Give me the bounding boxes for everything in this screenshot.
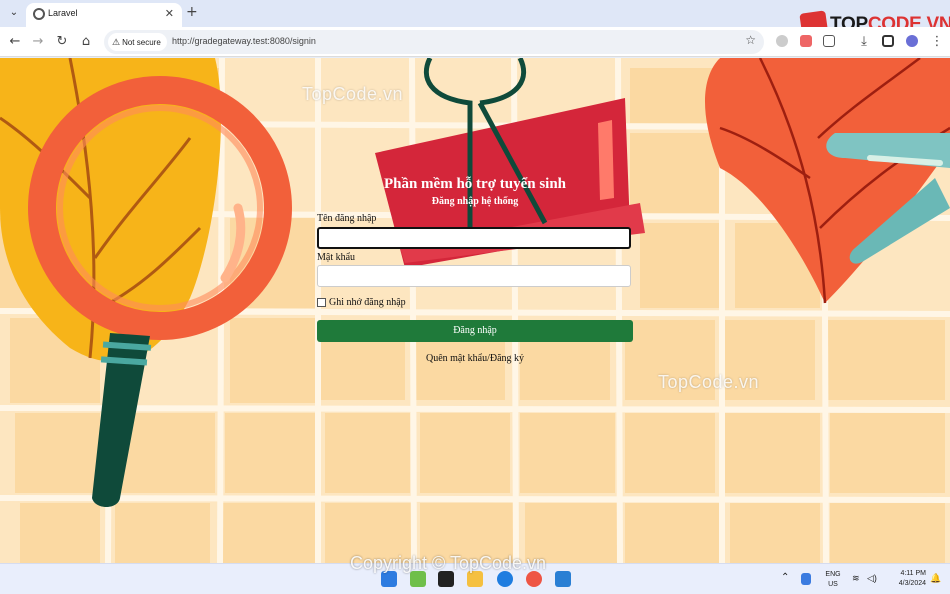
tray-app-icon[interactable] — [801, 573, 811, 585]
remember-checkbox[interactable] — [317, 298, 326, 307]
bookmark-star-icon[interactable]: ☆ — [745, 33, 756, 47]
login-button[interactable]: Đăng nhập — [317, 320, 633, 342]
url-text[interactable]: http://gradegateway.test:8080/signin — [172, 36, 316, 46]
remember-me[interactable]: Ghi nhớ đăng nhập — [317, 297, 406, 308]
home-icon[interactable]: ⌂ — [77, 33, 95, 51]
remember-label: Ghi nhớ đăng nhập — [329, 297, 406, 308]
reload-icon[interactable]: ↻ — [53, 33, 71, 51]
copyright-watermark: Copyright © TopCode.vn — [350, 553, 547, 573]
browser-toolbar: ← → ↻ ⌂ ⚠ Not secure http://gradegateway.… — [0, 27, 950, 57]
tray-chevron-icon[interactable]: ⌃ — [781, 573, 789, 583]
menu-kebab-icon[interactable]: ⋮ — [928, 33, 946, 51]
lang-text: ENG — [825, 571, 841, 578]
extension-icon[interactable] — [800, 35, 812, 47]
login-page: TopCode.vn TopCode.vn Phần mềm hỗ trợ tu… — [0, 58, 950, 563]
extensions-puzzle-icon[interactable] — [823, 35, 835, 47]
extension-icon[interactable] — [776, 35, 788, 47]
language-indicator[interactable]: ENG US — [820, 570, 846, 590]
forward-icon[interactable]: → — [29, 33, 47, 51]
tab-title: Laravel — [48, 8, 78, 18]
vscode-icon[interactable] — [555, 571, 571, 587]
forgot-register-link[interactable]: Quên mật khẩu/Đăng ký — [317, 353, 633, 364]
username-input[interactable] — [317, 227, 631, 249]
app-title: Phần mềm hỗ trợ tuyển sinh — [383, 176, 567, 192]
decorative-background — [0, 58, 950, 563]
tab-list-chevron-icon[interactable]: ⌄ — [6, 5, 22, 21]
password-input[interactable] — [317, 265, 631, 287]
watermark: TopCode.vn — [302, 84, 404, 104]
address-bar[interactable]: ⚠ Not secure http://gradegateway.test:808… — [104, 30, 764, 54]
security-label: Not secure — [122, 38, 161, 47]
globe-icon — [33, 8, 45, 20]
clock-date: 4/3/2024 — [898, 580, 926, 587]
security-chip[interactable]: ⚠ Not secure — [108, 33, 167, 51]
download-icon[interactable]: ⤓ — [855, 33, 873, 51]
form-subtitle: Đăng nhập hệ thống — [431, 196, 519, 207]
clock[interactable]: 4:11 PM 4/3/2024 — [886, 569, 926, 589]
wifi-icon[interactable]: ≋ — [852, 573, 860, 583]
profile-avatar[interactable] — [906, 35, 918, 47]
notification-bell-icon[interactable]: 🔔 — [930, 573, 941, 583]
username-label: Tên đăng nhập — [317, 213, 377, 224]
region-text: US — [828, 581, 838, 588]
password-label: Mật khẩu — [317, 252, 356, 263]
back-icon[interactable]: ← — [6, 33, 24, 51]
new-tab-button[interactable]: + — [186, 4, 198, 20]
sidebar-icon[interactable] — [882, 35, 894, 47]
clock-time: 4:11 PM — [900, 570, 926, 577]
warning-icon: ⚠ — [112, 37, 121, 47]
watermark: TopCode.vn — [658, 372, 760, 392]
close-tab-icon[interactable]: ✕ — [165, 7, 174, 20]
volume-icon[interactable]: ◁) — [867, 573, 877, 583]
browser-tab[interactable]: Laravel ✕ — [26, 3, 182, 27]
